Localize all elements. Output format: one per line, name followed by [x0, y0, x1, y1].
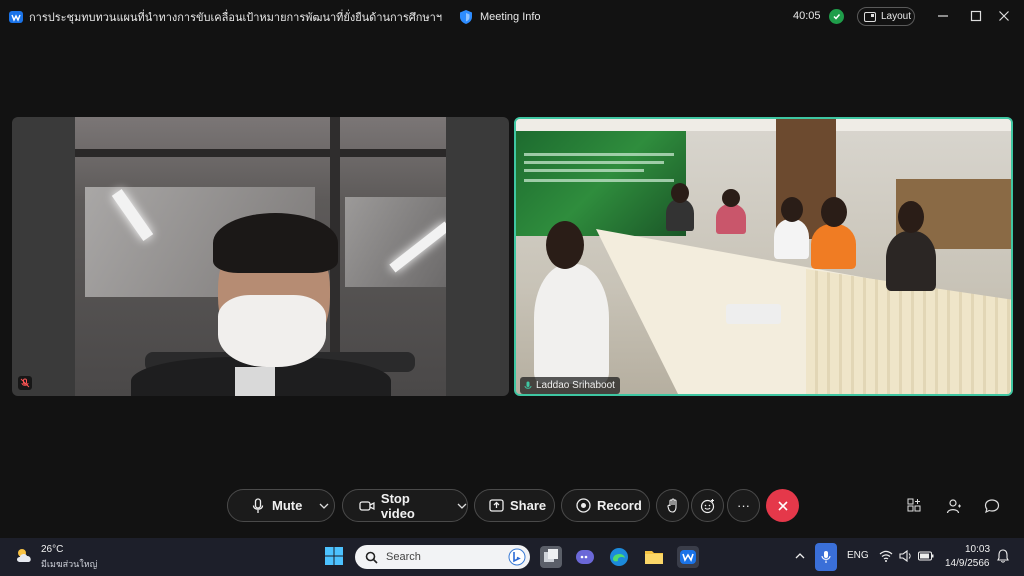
share-label: Share [510, 498, 547, 513]
close-icon [777, 500, 788, 511]
layout-button[interactable]: Layout [857, 7, 915, 26]
shield-icon[interactable] [458, 9, 474, 25]
participant-video [75, 117, 446, 396]
more-options-button[interactable]: ··· [727, 489, 760, 522]
minimize-icon[interactable] [935, 8, 951, 24]
participant-video [516, 119, 1011, 394]
smiley-icon [700, 498, 714, 513]
apps-icon [907, 498, 921, 512]
chat-button[interactable] [983, 497, 1001, 515]
webex-taskbar-icon[interactable] [677, 546, 699, 568]
weather-description[interactable]: มีเมฆส่วนใหญ่ [41, 557, 97, 571]
battery-icon[interactable] [918, 551, 934, 561]
cloud-icon[interactable] [14, 547, 36, 563]
share-button[interactable]: Share [474, 489, 555, 522]
layout-label: Layout [881, 11, 912, 22]
banner [516, 131, 686, 236]
mic-in-use-icon[interactable] [815, 543, 837, 571]
wifi-icon[interactable] [879, 550, 893, 562]
share-icon [489, 499, 504, 512]
end-meeting-button[interactable] [766, 489, 799, 522]
participants-button[interactable] [945, 497, 963, 515]
stop-video-button[interactable]: Stop video [342, 489, 468, 522]
edge-browser-icon[interactable] [608, 546, 630, 568]
taskbar-search[interactable]: Search [355, 545, 530, 569]
teams-chat-icon[interactable] [574, 546, 596, 568]
close-icon[interactable] [996, 8, 1012, 24]
chevron-up-icon[interactable] [795, 552, 805, 560]
clock-time[interactable]: 10:03 [965, 544, 990, 555]
notification-bell-icon[interactable] [997, 549, 1009, 563]
webex-logo-icon [9, 11, 23, 23]
muted-mic-icon [18, 376, 32, 390]
clock-date[interactable]: 14/9/2566 [945, 558, 990, 569]
maximize-icon[interactable] [968, 8, 984, 24]
video-camera-icon [359, 500, 375, 511]
file-explorer-icon[interactable] [643, 546, 665, 568]
chevron-down-icon[interactable] [319, 503, 329, 509]
raise-hand-button[interactable] [656, 489, 689, 522]
webex-window: การประชุมทบทวนแผนที่นำทางการขับเคลื่อนเป… [0, 0, 1024, 538]
mic-icon [524, 381, 532, 389]
meeting-timer: 40:05 [793, 10, 821, 22]
bing-icon [508, 548, 526, 566]
video-tile-participant-2[interactable]: Laddao Srihaboot [514, 117, 1013, 396]
input-language[interactable]: ENG [847, 550, 869, 561]
participant-name: Laddao Srihaboot [536, 380, 615, 391]
layout-icon [864, 11, 876, 22]
chat-icon [984, 499, 1000, 514]
stop-video-label: Stop video [380, 490, 415, 521]
task-view-icon[interactable] [540, 546, 562, 568]
more-options-label: ··· [737, 498, 750, 513]
person-icon [946, 499, 961, 514]
reactions-button[interactable] [691, 489, 724, 522]
security-badge-icon[interactable] [829, 9, 844, 24]
chevron-down-icon[interactable] [457, 503, 467, 509]
record-label: Record [597, 498, 642, 513]
mute-button[interactable]: Mute [227, 489, 335, 522]
apps-button[interactable] [906, 497, 924, 515]
speaker-icon[interactable] [899, 550, 913, 562]
meeting-title: การประชุมทบทวนแผนที่นำทางการขับเคลื่อนเป… [29, 12, 443, 24]
search-placeholder: Search [386, 551, 421, 563]
weather-temperature[interactable]: 26°C [41, 544, 63, 555]
record-button[interactable]: Record [561, 489, 650, 522]
video-tile-participant-1[interactable] [12, 117, 509, 396]
mic-icon [252, 497, 264, 513]
hand-icon [666, 498, 677, 513]
participant-name-tag: Laddao Srihaboot [520, 377, 620, 394]
mute-label: Mute [272, 498, 303, 513]
meeting-info-button[interactable]: Meeting Info [480, 11, 541, 23]
windows-start-icon[interactable] [324, 546, 344, 566]
record-icon [576, 498, 591, 513]
search-icon [365, 551, 378, 564]
